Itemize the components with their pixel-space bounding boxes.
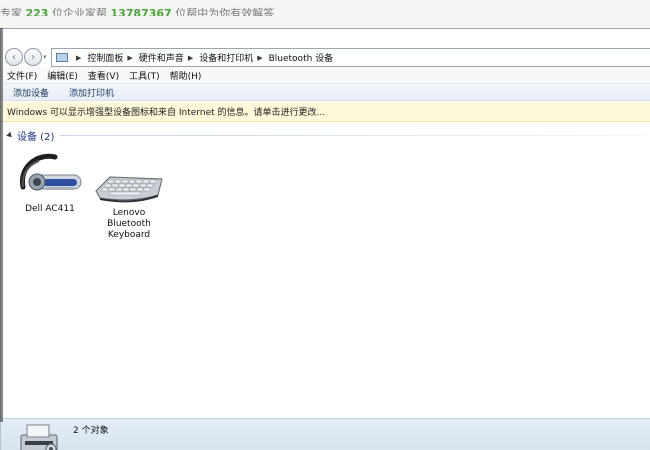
info-bar-text: Windows 可以显示增强型设备图标和来自 Internet 的信息。请单击进… [7,108,326,118]
group-title: 设备 (2) [17,131,55,143]
menu-bar: 文件(F) 编辑(E) 查看(V) 工具(T) 帮助(H) [1,67,650,84]
object-count: 2 个对象 [73,426,109,436]
chevron-right-icon[interactable]: ▶ [127,54,132,62]
forward-button[interactable]: › [24,48,42,66]
back-button[interactable]: ‹ [5,48,23,66]
device-label-keyboard: Lenovo Bluetooth Keyboard [107,208,151,240]
background-page-strip: 专家 223 位企业家帮 13787367 位帮中为你有效解答 [0,0,650,28]
menu-file[interactable]: 文件(F) [7,69,37,82]
address-row: ‹ › ▾ ▶ 控制面板 ▶ 硬件和声音 ▶ 设备和打印机 ▶ Bluetoot… [1,43,650,67]
bg-number-2: 13787367 [110,7,172,16]
background-page-text: 专家 223 位企业家帮 13787367 位帮中为你有效解答 [0,0,274,16]
chevron-right-icon[interactable]: ▶ [76,54,81,62]
breadcrumb-devices-printers[interactable]: 设备和打印机 [199,51,253,64]
chevron-right-icon[interactable]: ▶ [188,54,193,62]
breadcrumb-bluetooth-devices[interactable]: Bluetooth 设备 [269,51,334,64]
printer-icon [20,424,58,450]
collapse-triangle-icon[interactable] [6,131,14,139]
forward-arrow-icon: › [31,51,35,63]
bg-number-1: 223 [25,7,49,16]
device-label-headset: Dell AC411 [25,204,75,214]
info-bar[interactable]: Windows 可以显示增强型设备图标和来自 Internet 的信息。请单击进… [1,102,650,122]
status-bar: 2 个对象 [1,418,650,450]
group-divider [60,134,647,136]
bg-text-mid: 位企业家帮 [51,7,107,16]
command-bar: 添加设备 添加打印机 [1,84,650,101]
device-item-keyboard[interactable]: Lenovo Bluetooth Keyboard [89,171,169,241]
back-arrow-icon: ‹ [12,51,16,63]
address-bar[interactable]: ▶ 控制面板 ▶ 硬件和声音 ▶ 设备和打印机 ▶ Bluetooth 设备 [51,48,650,67]
breadcrumb-control-panel[interactable]: 控制面板 [87,51,123,64]
chevron-right-icon[interactable]: ▶ [257,54,262,62]
breadcrumb-hardware-sound[interactable]: 硬件和声音 [139,51,184,64]
bg-text-suffix: 位帮中为你有效解答 [175,7,275,16]
device-item-headset[interactable]: Dell AC411 [10,149,90,215]
headset-icon [19,153,82,191]
menu-view[interactable]: 查看(V) [88,69,119,82]
bg-text-prefix: 专家 [0,7,22,16]
menu-edit[interactable]: 编辑(E) [47,69,78,82]
control-panel-icon [56,53,68,62]
explorer-window: ‹ › ▾ ▶ 控制面板 ▶ 硬件和声音 ▶ 设备和打印机 ▶ Bluetoot… [0,28,650,450]
add-printer-button[interactable]: 添加打印机 [69,86,114,99]
menu-tools[interactable]: 工具(T) [129,69,160,82]
keyboard-icon [95,176,163,203]
window-left-edge [0,28,3,422]
group-header-devices[interactable]: 设备 (2) [6,128,647,143]
add-device-button[interactable]: 添加设备 [13,86,49,99]
menu-help[interactable]: 帮助(H) [170,69,202,82]
recent-pages-dropdown[interactable]: ▾ [43,53,47,61]
